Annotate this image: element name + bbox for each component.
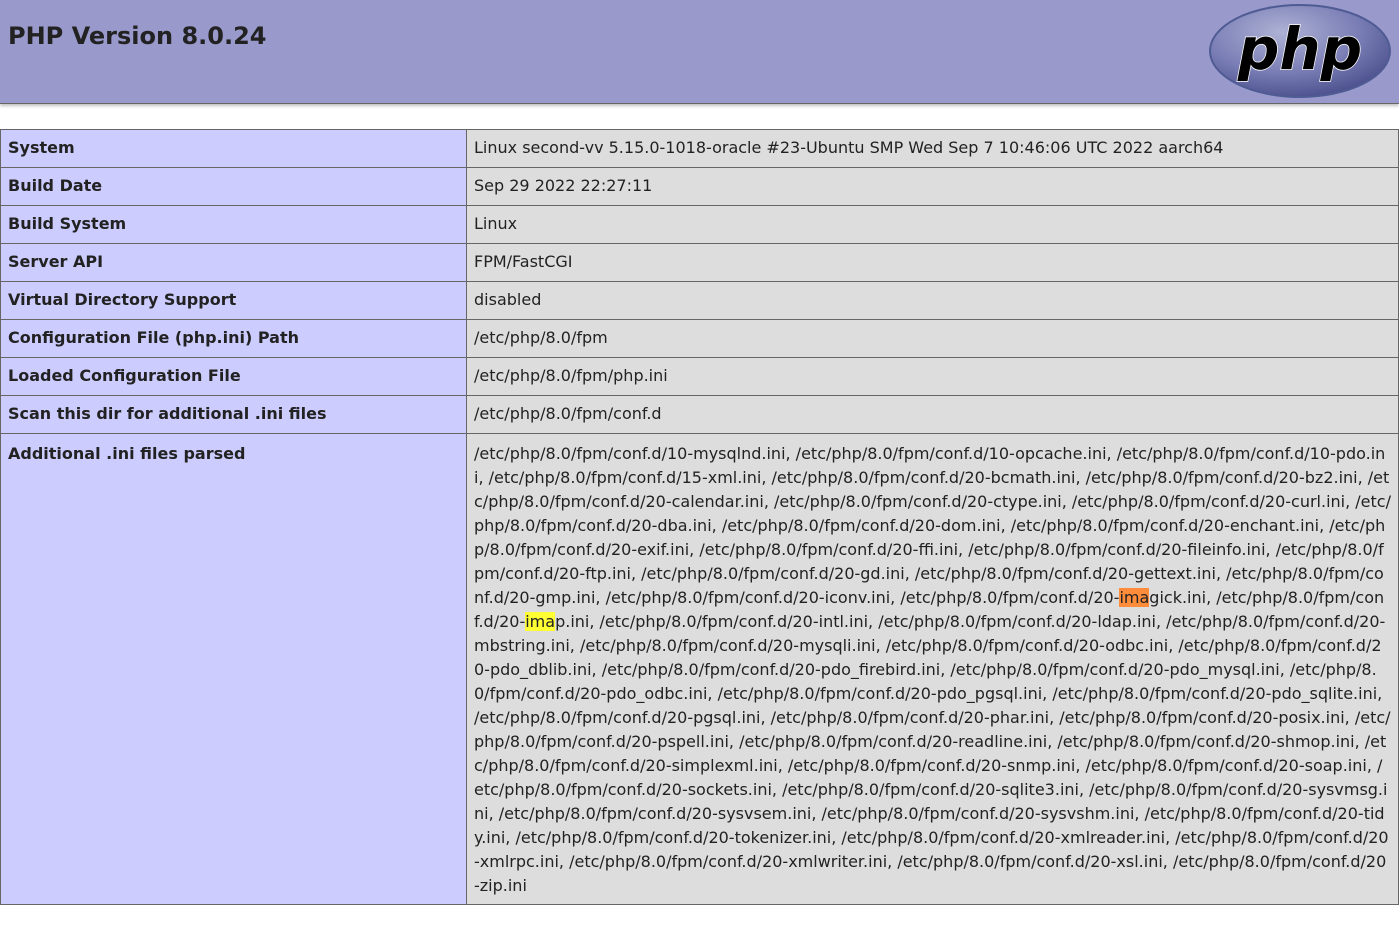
- row-key: Build Date: [0, 167, 467, 206]
- table-row-server-api: Server API FPM/FastCGI: [0, 243, 1399, 282]
- row-key: Scan this dir for additional .ini files: [0, 395, 467, 434]
- table-row-system: System Linux second-vv 5.15.0-1018-oracl…: [0, 129, 1399, 168]
- table-row-scan-dir: Scan this dir for additional .ini files …: [0, 395, 1399, 434]
- ini-list-text: p.ini, /etc/php/8.0/fpm/conf.d/20-intl.i…: [474, 612, 1391, 895]
- row-key: Configuration File (php.ini) Path: [0, 319, 467, 358]
- row-value: /etc/php/8.0/fpm: [466, 319, 1399, 358]
- row-value: Linux second-vv 5.15.0-1018-oracle #23-U…: [466, 129, 1399, 168]
- row-key: Server API: [0, 243, 467, 282]
- row-value: FPM/FastCGI: [466, 243, 1399, 282]
- table-row-additional-ini-files: Additional .ini files parsed /etc/php/8.…: [0, 433, 1399, 905]
- row-value: /etc/php/8.0/fpm/php.ini: [466, 357, 1399, 396]
- ini-list-text: /etc/php/8.0/fpm/conf.d/10-mysqlnd.ini, …: [474, 444, 1391, 607]
- table-row-build-date: Build Date Sep 29 2022 22:27:11: [0, 167, 1399, 206]
- row-value-ini-list: /etc/php/8.0/fpm/conf.d/10-mysqlnd.ini, …: [466, 433, 1399, 905]
- row-value: Linux: [466, 205, 1399, 244]
- row-key: Build System: [0, 205, 467, 244]
- page-header: PHP Version 8.0.24 php: [0, 0, 1399, 104]
- table-row-build-system: Build System Linux: [0, 205, 1399, 244]
- table-row-virtual-directory-support: Virtual Directory Support disabled: [0, 281, 1399, 320]
- table-row-configuration-file-path: Configuration File (php.ini) Path /etc/p…: [0, 319, 1399, 358]
- row-key: Additional .ini files parsed: [0, 433, 467, 905]
- row-key: System: [0, 129, 467, 168]
- info-table: System Linux second-vv 5.15.0-1018-oracl…: [0, 129, 1399, 905]
- php-logo-icon[interactable]: php: [1208, 3, 1392, 99]
- table-row-loaded-configuration-file: Loaded Configuration File /etc/php/8.0/f…: [0, 357, 1399, 396]
- logo-text: php: [1237, 15, 1362, 83]
- row-value: /etc/php/8.0/fpm/conf.d: [466, 395, 1399, 434]
- page-title: PHP Version 8.0.24: [8, 22, 267, 50]
- search-current-match: ima: [1119, 588, 1150, 607]
- row-value: Sep 29 2022 22:27:11: [466, 167, 1399, 206]
- search-match: ima: [525, 612, 556, 631]
- row-key: Loaded Configuration File: [0, 357, 467, 396]
- row-key: Virtual Directory Support: [0, 281, 467, 320]
- row-value: disabled: [466, 281, 1399, 320]
